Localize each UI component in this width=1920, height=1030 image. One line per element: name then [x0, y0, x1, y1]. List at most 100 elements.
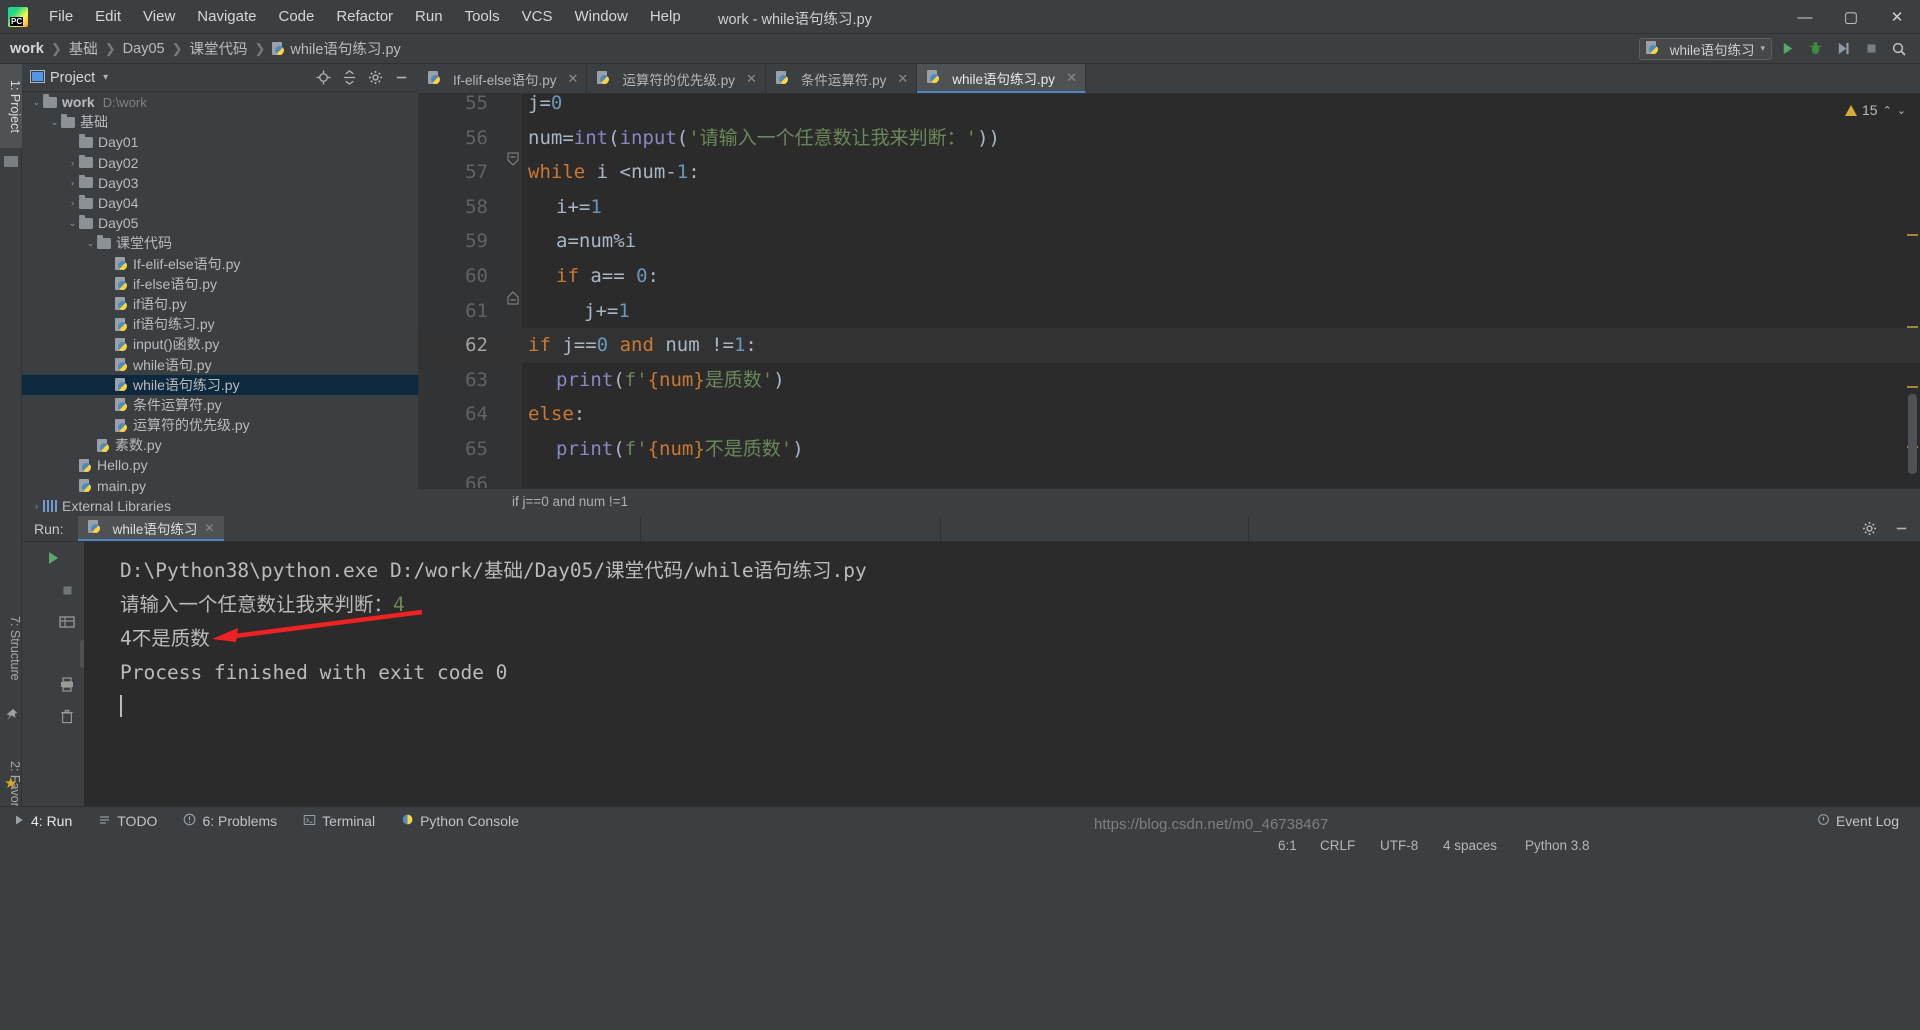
close-button[interactable]: ✕ [1874, 0, 1920, 34]
code-editor[interactable]: 55 j=0 56 num=int(input('请输入一个任意数让我来判断：')) 5… [418, 94, 1920, 488]
editor-tab[interactable]: 条件运算符.py ✕ [765, 64, 918, 93]
tree-item[interactable]: if-else语句.py [22, 274, 418, 294]
chevron-down-icon[interactable]: ⌄ [84, 238, 97, 249]
tree-item[interactable]: 条件运算符.py [22, 395, 418, 415]
code-line[interactable]: while i <num-1: [528, 155, 700, 190]
menu-item-help[interactable]: Help [639, 4, 692, 29]
chevron-down-icon[interactable]: ⌄ [48, 117, 61, 128]
tree-item[interactable]: › Day03 [22, 173, 418, 193]
run-tab[interactable]: while语句练习 ✕ [77, 516, 225, 541]
tree-item[interactable]: while语句.py [22, 354, 418, 374]
editor-scrollbar[interactable] [1908, 394, 1917, 474]
breadcrumb-item[interactable]: 基础 [69, 38, 98, 59]
tree-item[interactable]: ⌄ 课堂代码 [22, 233, 418, 253]
chevron-right-icon[interactable]: › [66, 158, 79, 168]
bottom-tab-6-problems[interactable]: 6: Problems [170, 807, 290, 835]
gear-icon[interactable] [1858, 518, 1880, 540]
minimize-button[interactable]: — [1782, 0, 1828, 34]
breadcrumb-item[interactable]: Day05 [123, 41, 165, 57]
collapse-all-icon[interactable] [338, 67, 360, 89]
indent-setting[interactable]: 4 spaces [1443, 838, 1497, 853]
code-line[interactable]: i+=1 [556, 190, 602, 225]
menu-item-window[interactable]: Window [563, 4, 638, 29]
chevron-right-icon[interactable]: › [66, 198, 79, 208]
tree-item[interactable]: ⌄ Day05 [22, 213, 418, 233]
code-line[interactable]: a=num%i [556, 224, 636, 259]
code-line[interactable]: else: [528, 397, 585, 432]
chevron-right-icon[interactable]: › [30, 501, 43, 511]
code-line[interactable]: num=int(input('请输入一个任意数让我来判断：')) [528, 121, 1000, 156]
sidebar-item-structure[interactable]: 7: Structure [0, 596, 22, 700]
tree-item[interactable]: ⌄ 基础 [22, 112, 418, 132]
tree-item[interactable]: input()函数.py [22, 334, 418, 354]
editor-tab[interactable]: If-elif-else语句.py ✕ [418, 64, 588, 93]
tree-item[interactable]: › Day02 [22, 153, 418, 173]
tree-item[interactable]: main.py [22, 476, 418, 496]
stop-button[interactable] [1858, 37, 1884, 61]
search-icon[interactable] [1886, 37, 1912, 61]
chevron-down-icon[interactable]: ⌄ [30, 97, 43, 108]
tree-item[interactable]: › External Libraries [22, 496, 418, 516]
bottom-tab-terminal[interactable]: Terminal [290, 807, 388, 835]
trash-icon[interactable] [50, 702, 84, 730]
menu-item-vcs[interactable]: VCS [511, 4, 564, 29]
run-button[interactable] [1774, 37, 1800, 61]
breadcrumb-item[interactable]: 课堂代码 [189, 38, 247, 59]
maximize-button[interactable]: ▢ [1828, 0, 1874, 34]
tree-item[interactable]: ⌄ work D:\work [22, 92, 418, 112]
file-encoding[interactable]: UTF-8 [1380, 838, 1418, 853]
code-line[interactable]: print(f'{num}是质数') [556, 363, 785, 398]
tree-item[interactable]: while语句练习.py [22, 374, 418, 395]
chevron-down-icon[interactable]: ▾ [103, 72, 108, 83]
editor-tab[interactable]: while语句练习.py ✕ [917, 64, 1086, 93]
marker-stripe[interactable] [1907, 234, 1918, 236]
editor-tab[interactable]: 运算符的优先级.py ✕ [587, 64, 766, 93]
menu-item-run[interactable]: Run [404, 4, 454, 29]
bottom-tab-python-console[interactable]: Python Console [388, 807, 532, 835]
bottom-tab-4-run[interactable]: 4: Run [0, 807, 85, 835]
console-output[interactable]: D:\Python38\python.exe D:/work/基础/Day05/… [84, 542, 1920, 806]
code-line[interactable]: if a== 0: [556, 259, 659, 294]
menu-item-view[interactable]: View [132, 4, 186, 29]
tree-item[interactable]: 素数.py [22, 435, 418, 455]
inspection-widget[interactable]: 15 ⌃ ⌄ [1844, 102, 1906, 118]
breadcrumb-item[interactable]: work [10, 41, 44, 57]
event-log-button[interactable]: Event Log [1804, 807, 1912, 835]
close-icon[interactable]: ✕ [1066, 70, 1077, 86]
close-icon[interactable]: ✕ [568, 71, 579, 87]
print-icon[interactable] [50, 670, 84, 698]
project-tree[interactable]: ⌄ work D:\work ⌄ 基础 Day01 › Day02 › Day03 › Day04 ⌄ D… [22, 92, 418, 516]
bottom-tab-todo[interactable]: TODO [85, 807, 170, 835]
tree-item[interactable]: Hello.py [22, 455, 418, 475]
tree-item[interactable]: 运算符的优先级.py [22, 415, 418, 435]
marker-stripe[interactable] [1907, 386, 1918, 388]
caret-position[interactable]: 6:1 [1278, 838, 1297, 853]
pin-icon[interactable] [5, 708, 18, 726]
hide-icon[interactable] [1890, 518, 1912, 540]
tree-item[interactable]: if语句.py [22, 294, 418, 314]
grid-icon[interactable] [50, 608, 84, 636]
python-interpreter[interactable]: Python 3.8 [1525, 838, 1590, 853]
rerun-icon[interactable] [36, 544, 70, 572]
menu-item-navigate[interactable]: Navigate [186, 4, 267, 29]
hide-icon[interactable] [390, 67, 412, 89]
close-icon[interactable]: ✕ [204, 521, 214, 535]
close-icon[interactable]: ✕ [746, 71, 757, 87]
fold-marker-end-icon[interactable] [506, 291, 520, 310]
menu-item-refactor[interactable]: Refactor [325, 4, 404, 29]
inspection-up-icon[interactable]: ⌃ [1883, 104, 1892, 117]
tree-item[interactable]: Day01 [22, 132, 418, 152]
sidebar-item-project[interactable]: 1: Project [0, 64, 22, 148]
debug-button[interactable] [1802, 37, 1828, 61]
tree-item[interactable]: › Day04 [22, 193, 418, 213]
line-separator[interactable]: CRLF [1320, 838, 1355, 853]
menu-item-edit[interactable]: Edit [84, 4, 132, 29]
tree-item[interactable]: if语句练习.py [22, 314, 418, 334]
code-line[interactable]: j=0 [528, 94, 562, 121]
close-icon[interactable]: ✕ [897, 71, 908, 87]
menu-item-code[interactable]: Code [267, 4, 325, 29]
code-line[interactable]: print(f'{num}不是质数') [556, 432, 804, 467]
menu-item-tools[interactable]: Tools [454, 4, 511, 29]
breadcrumb-item[interactable]: while语句练习.py [272, 38, 401, 59]
run-configuration-selector[interactable]: while语句练习 ▾ [1638, 37, 1772, 60]
